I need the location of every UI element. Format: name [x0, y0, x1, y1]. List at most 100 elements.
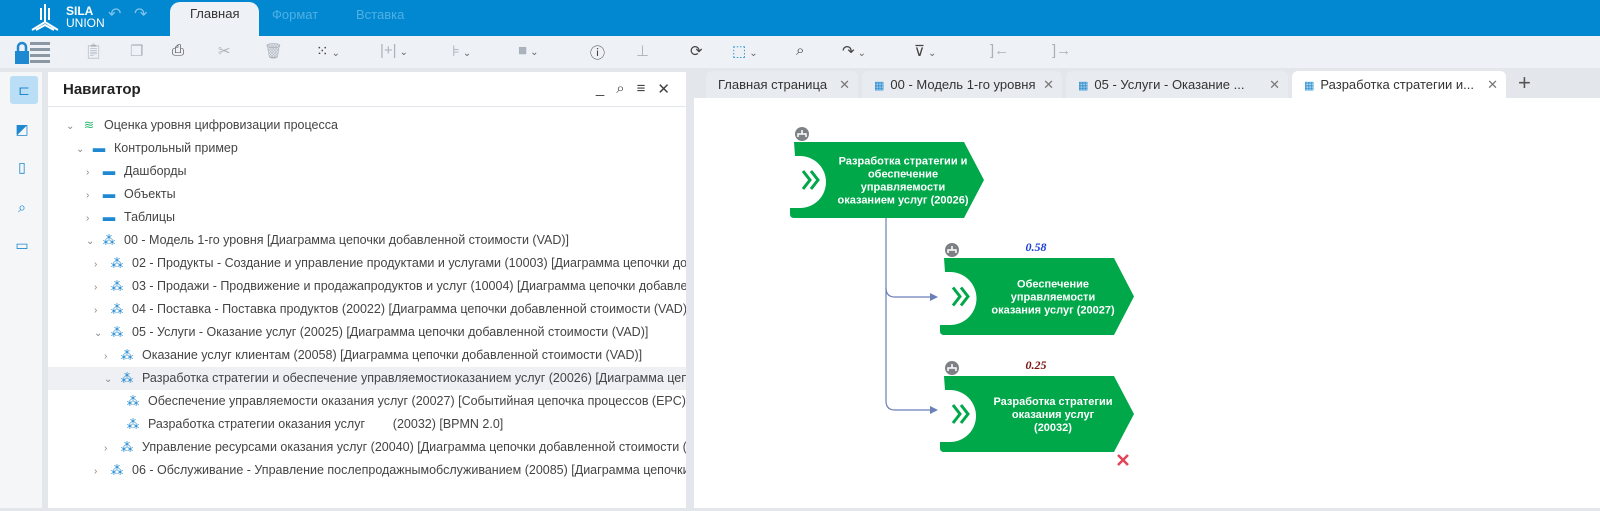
- close-icon[interactable]: ✕: [1487, 71, 1498, 98]
- error-icon[interactable]: [1117, 454, 1129, 466]
- align-icon[interactable]: ⊧ ⌄: [452, 42, 471, 60]
- process-node[interactable]: Разработка стратегии иобеспечениеуправля…: [790, 127, 984, 218]
- node-label: оказания услуг (20027): [991, 305, 1115, 317]
- chevron-right-icon[interactable]: ›: [94, 276, 108, 298]
- folder-icon: ▬: [102, 210, 116, 224]
- hierarchy-icon[interactable]: [945, 243, 959, 257]
- tree-item-label: Обеспечение управляемости оказания услуг…: [148, 394, 686, 408]
- add-tab-button[interactable]: +: [1518, 70, 1531, 96]
- tree-item[interactable]: ⁂ Разработка стратегии оказания услуг (20…: [48, 413, 686, 436]
- tree-item[interactable]: › ⁂ 04 - Поставка - Поставка продуктов (20…: [48, 298, 686, 321]
- tab-model-level1[interactable]: ▦ 00 - Модель 1-го уровня ✕: [862, 71, 1062, 98]
- model-icon: ⁂: [110, 279, 124, 293]
- tree-item[interactable]: › ▬ Объекты: [48, 183, 686, 206]
- tree-item-label: 03 - Продажи - Продвижение и продажапрод…: [132, 279, 686, 293]
- process-node[interactable]: Обеспечениеуправляемостиоказания услуг (…: [940, 240, 1134, 335]
- delete-icon[interactable]: 🗑︎: [264, 42, 283, 60]
- select-icon[interactable]: ⬚ ⌄: [732, 42, 758, 60]
- grid-icon[interactable]: ⁙ ⌄: [316, 42, 340, 60]
- tab-services[interactable]: ▦ 05 - Услуги - Оказание ... ✕: [1066, 71, 1288, 98]
- node-label: обеспечение: [868, 169, 938, 181]
- ribbon-tab-format[interactable]: Формат: [272, 0, 318, 36]
- paste-icon[interactable]: 📋︎: [84, 42, 103, 60]
- close-icon[interactable]: ✕: [657, 80, 670, 98]
- search-icon[interactable]: ⌕: [616, 80, 624, 98]
- ribbon-tab-home[interactable]: Главная: [170, 2, 260, 36]
- hierarchy-icon[interactable]: ⊥: [636, 42, 649, 60]
- refresh-icon[interactable]: ⟳: [690, 42, 703, 60]
- chevron-down-icon[interactable]: ⌄: [66, 115, 80, 137]
- node-label: оказания услуг: [1012, 409, 1095, 421]
- document-tabs: Главная страница ✕ ▦ 00 - Модель 1-го уров…: [694, 68, 1600, 98]
- node-label: (20032): [1034, 422, 1072, 434]
- filter-icon[interactable]: ⊽ ⌄: [914, 42, 936, 60]
- minimize-icon[interactable]: _: [596, 80, 604, 98]
- close-icon[interactable]: ✕: [1043, 71, 1054, 98]
- tree-item[interactable]: › ⁂ Управление ресурсами оказания услуг (2…: [48, 436, 686, 459]
- tree-item[interactable]: › ⁂ 03 - Продажи - Продвижение и продажапр…: [48, 275, 686, 298]
- expand-right-icon[interactable]: ]→: [1052, 42, 1071, 59]
- shapes-icon[interactable]: ◩: [11, 118, 33, 140]
- folder-icon: ▬: [102, 187, 116, 201]
- comments-icon[interactable]: ▭: [11, 234, 33, 256]
- tree-item[interactable]: › ⁂ 02 - Продукты - Создание и управление …: [48, 252, 686, 275]
- chevron-right-icon[interactable]: ›: [104, 345, 118, 367]
- chevron-down-icon[interactable]: ⌄: [104, 368, 118, 390]
- ribbon-tab-insert[interactable]: Вставка: [356, 0, 404, 36]
- tree-item[interactable]: ⌄ ⁂ 05 - Услуги - Оказание услуг (20025) […: [48, 321, 686, 344]
- document-icon[interactable]: ▯: [11, 156, 33, 178]
- tree-item-label: Объекты: [124, 187, 176, 201]
- splitter[interactable]: [686, 72, 694, 508]
- tree-item[interactable]: › ⁂ 06 - Обслуживание - Управление послепр…: [48, 459, 686, 482]
- tree-item[interactable]: › ▬ Таблицы: [48, 206, 686, 229]
- layer-icon[interactable]: ■ ⌄: [518, 42, 538, 59]
- tree-item[interactable]: ⌄ ⁂ 00 - Модель 1-го уровня [Диаграмма цеп…: [48, 229, 686, 252]
- chevron-right-icon[interactable]: ›: [94, 299, 108, 321]
- chevron-down-icon[interactable]: ⌄: [94, 322, 108, 344]
- info-icon[interactable]: ⓘ: [590, 42, 605, 63]
- chevron-right-icon[interactable]: ›: [94, 460, 108, 482]
- redo-icon[interactable]: ↷: [134, 4, 147, 24]
- cut-icon[interactable]: ✂: [218, 42, 231, 60]
- chevron-down-icon[interactable]: ⌄: [76, 138, 90, 160]
- tab-home-page[interactable]: Главная страница ✕: [706, 71, 858, 98]
- print-icon[interactable]: ⎙: [172, 42, 184, 59]
- close-icon[interactable]: ✕: [839, 71, 850, 98]
- chevron-right-icon[interactable]: ›: [86, 161, 100, 183]
- tree-item[interactable]: ⌄ ▬ Контрольный пример: [48, 137, 686, 160]
- filter-icon[interactable]: ≡: [637, 80, 646, 98]
- redo-arrow-icon[interactable]: ↷ ⌄: [842, 42, 866, 60]
- diagram-canvas[interactable]: Разработка стратегии и обеспечение управля…: [694, 98, 1600, 508]
- insert-icon[interactable]: |+| ⌄: [380, 42, 408, 59]
- hierarchy-icon[interactable]: [945, 361, 959, 375]
- chevron-right-icon[interactable]: ›: [86, 184, 100, 206]
- node-label: Обеспечение: [1017, 279, 1089, 291]
- chevron-right-icon[interactable]: ›: [104, 437, 118, 459]
- tree-item[interactable]: ⌄ ≋ Оценка уровня цифровизации процесса: [48, 114, 686, 137]
- collapse-left-icon[interactable]: ]←: [990, 42, 1009, 59]
- tree-item[interactable]: › ⁂ Оказание услуг клиентам (20058) [Диагр…: [48, 344, 686, 367]
- logo: SILA UNION: [28, 2, 105, 32]
- tree-item[interactable]: › ▬ Дашборды: [48, 160, 686, 183]
- model-icon: ⁂: [102, 233, 116, 247]
- diagram: Разработка стратегии иобеспечениеуправля…: [790, 127, 1134, 466]
- copy-icon[interactable]: ❐: [130, 42, 143, 60]
- tab-strategy[interactable]: ▦ Разработка стратегии и... ✕: [1292, 71, 1506, 98]
- search-icon[interactable]: ⌕: [11, 196, 33, 218]
- tree-item[interactable]: ⌄ ⁂ Разработка стратегии и обеспечение упр…: [48, 367, 686, 390]
- node-value: 0.58: [1026, 240, 1047, 254]
- tree-item[interactable]: ⁂ Обеспечение управляемости оказания услу…: [48, 390, 686, 413]
- navigator-icon[interactable]: ⊏: [10, 76, 38, 104]
- close-icon[interactable]: ✕: [1269, 71, 1280, 98]
- search-icon[interactable]: ⌕: [796, 42, 804, 59]
- lock-icon[interactable]: [12, 40, 52, 66]
- chevron-right-icon[interactable]: ›: [94, 253, 108, 275]
- chevron-down-icon[interactable]: ⌄: [86, 230, 100, 252]
- undo-icon[interactable]: ↶: [108, 4, 121, 24]
- node-label: Разработка стратегии и: [839, 156, 968, 168]
- chevron-right-icon[interactable]: ›: [86, 207, 100, 229]
- hierarchy-icon[interactable]: [795, 127, 809, 141]
- process-node[interactable]: Разработка стратегииоказания услуг(20032…: [940, 358, 1134, 452]
- connector: [885, 217, 930, 298]
- model-icon: ▦: [874, 80, 885, 92]
